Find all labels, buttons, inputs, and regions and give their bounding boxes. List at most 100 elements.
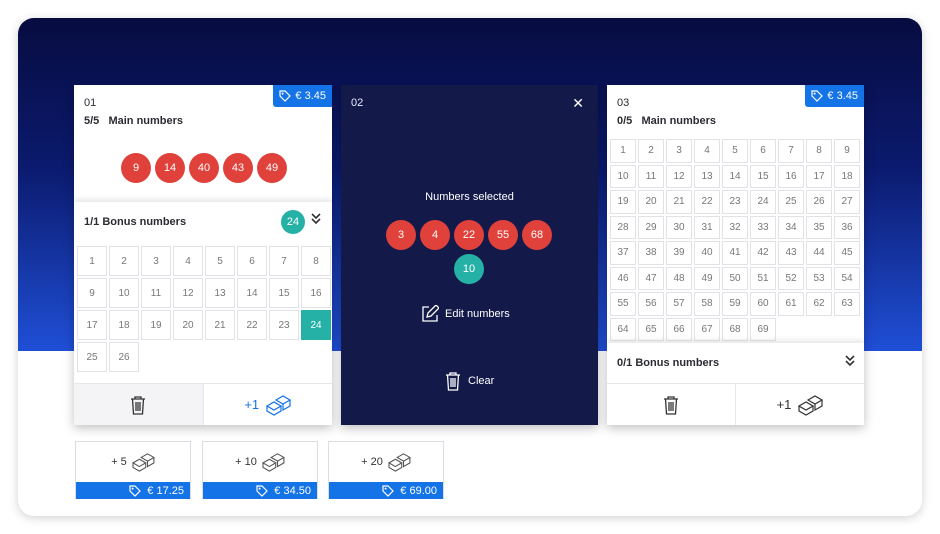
main-number-cell[interactable]: 7 [778, 139, 804, 163]
main-number-cell[interactable]: 12 [666, 164, 692, 188]
ball[interactable]: 43 [223, 153, 253, 183]
main-number-cell[interactable]: 34 [778, 215, 804, 239]
main-number-cell[interactable]: 67 [694, 317, 720, 341]
main-number-cell[interactable]: 43 [778, 241, 804, 265]
main-number-cell[interactable]: 56 [638, 292, 664, 316]
bonus-number-cell[interactable]: 2 [109, 246, 139, 276]
main-number-cell[interactable]: 53 [806, 266, 832, 290]
bonus-number-cell[interactable]: 11 [141, 278, 171, 308]
main-number-cell[interactable]: 48 [666, 266, 692, 290]
quick-pick-10[interactable]: + 10 € 34.50 [202, 441, 318, 499]
main-number-cell[interactable]: 41 [722, 241, 748, 265]
main-number-cell[interactable]: 1 [610, 139, 636, 163]
main-number-cell[interactable]: 32 [722, 215, 748, 239]
main-number-cell[interactable]: 59 [722, 292, 748, 316]
main-number-cell[interactable]: 52 [778, 266, 804, 290]
double-chevron-icon[interactable] [311, 213, 321, 228]
bonus-number-cell[interactable]: 20 [173, 310, 203, 340]
main-number-cell[interactable]: 54 [834, 266, 860, 290]
main-number-cell[interactable]: 66 [666, 317, 692, 341]
bonus-number-cell[interactable]: 17 [77, 310, 107, 340]
main-number-cell[interactable]: 18 [834, 164, 860, 188]
main-number-cell[interactable]: 4 [694, 139, 720, 163]
bonus-number-cell[interactable]: 9 [77, 278, 107, 308]
main-number-cell[interactable]: 9 [834, 139, 860, 163]
main-number-cell[interactable]: 31 [694, 215, 720, 239]
clear-button[interactable]: Clear [444, 371, 494, 391]
main-number-cell[interactable]: 14 [722, 164, 748, 188]
main-number-cell[interactable]: 10 [610, 164, 636, 188]
bonus-number-cell[interactable]: 10 [109, 278, 139, 308]
main-number-cell[interactable]: 64 [610, 317, 636, 341]
bonus-number-cell[interactable]: 12 [173, 278, 203, 308]
main-number-cell[interactable]: 6 [750, 139, 776, 163]
bonus-number-cell[interactable]: 21 [205, 310, 235, 340]
main-number-cell[interactable]: 20 [638, 190, 664, 214]
quick-pick-button[interactable]: +1 [202, 384, 333, 425]
ball[interactable]: 14 [155, 153, 185, 183]
main-number-cell[interactable]: 47 [638, 266, 664, 290]
edit-numbers-button[interactable]: Edit numbers [421, 305, 510, 323]
bonus-number-cell[interactable]: 23 [269, 310, 299, 340]
bonus-number-cell[interactable]: 7 [269, 246, 299, 276]
main-number-cell[interactable]: 40 [694, 241, 720, 265]
bonus-number-cell[interactable]: 14 [237, 278, 267, 308]
main-number-cell[interactable]: 65 [638, 317, 664, 341]
main-number-cell[interactable]: 3 [666, 139, 692, 163]
quick-pick-20[interactable]: + 20 € 69.00 [328, 441, 444, 499]
main-number-cell[interactable]: 55 [610, 292, 636, 316]
main-number-cell[interactable]: 17 [806, 164, 832, 188]
main-number-cell[interactable]: 27 [834, 190, 860, 214]
bonus-numbers-panel[interactable]: 0/1 Bonus numbers [607, 343, 864, 383]
bonus-number-cell[interactable]: 6 [237, 246, 267, 276]
main-number-cell[interactable]: 2 [638, 139, 664, 163]
main-number-cell[interactable]: 50 [722, 266, 748, 290]
bonus-number-cell[interactable]: 3 [141, 246, 171, 276]
main-number-cell[interactable]: 29 [638, 215, 664, 239]
main-number-cell[interactable]: 37 [610, 241, 636, 265]
main-number-cell[interactable]: 30 [666, 215, 692, 239]
main-number-cell[interactable]: 8 [806, 139, 832, 163]
main-number-cell[interactable]: 21 [666, 190, 692, 214]
bonus-number-cell[interactable]: 13 [205, 278, 235, 308]
delete-button[interactable] [607, 384, 735, 425]
main-number-cell[interactable]: 45 [834, 241, 860, 265]
bonus-number-cell[interactable]: 18 [109, 310, 139, 340]
main-number-cell[interactable]: 63 [834, 292, 860, 316]
main-number-cell[interactable]: 61 [778, 292, 804, 316]
main-number-cell[interactable]: 5 [722, 139, 748, 163]
main-number-cell[interactable]: 26 [806, 190, 832, 214]
quick-pick-5[interactable]: + 5 € 17.25 [75, 441, 191, 499]
main-number-cell[interactable]: 57 [666, 292, 692, 316]
main-number-cell[interactable]: 28 [610, 215, 636, 239]
bonus-number-cell[interactable]: 19 [141, 310, 171, 340]
main-number-cell[interactable]: 38 [638, 241, 664, 265]
ball[interactable]: 9 [121, 153, 151, 183]
main-number-cell[interactable]: 68 [722, 317, 748, 341]
main-number-cell[interactable]: 60 [750, 292, 776, 316]
bonus-number-cell[interactable]: 4 [173, 246, 203, 276]
main-number-cell[interactable]: 42 [750, 241, 776, 265]
main-number-cell[interactable]: 36 [834, 215, 860, 239]
main-number-cell[interactable]: 25 [778, 190, 804, 214]
main-number-cell[interactable]: 35 [806, 215, 832, 239]
main-number-cell[interactable]: 13 [694, 164, 720, 188]
main-number-cell[interactable]: 24 [750, 190, 776, 214]
main-number-cell[interactable]: 58 [694, 292, 720, 316]
double-chevron-icon[interactable] [845, 355, 855, 370]
main-number-cell[interactable]: 46 [610, 266, 636, 290]
main-number-cell[interactable]: 44 [806, 241, 832, 265]
main-number-cell[interactable]: 23 [722, 190, 748, 214]
bonus-number-cell[interactable]: 26 [109, 342, 139, 372]
bonus-number-cell[interactable]: 25 [77, 342, 107, 372]
bonus-number-cell[interactable]: 5 [205, 246, 235, 276]
ball[interactable]: 40 [189, 153, 219, 183]
main-number-cell[interactable]: 62 [806, 292, 832, 316]
main-number-cell[interactable]: 69 [750, 317, 776, 341]
main-number-cell[interactable]: 22 [694, 190, 720, 214]
bonus-number-cell[interactable]: 24 [301, 310, 331, 340]
main-number-cell[interactable]: 51 [750, 266, 776, 290]
ball[interactable]: 49 [257, 153, 287, 183]
delete-button[interactable] [74, 384, 203, 425]
main-number-cell[interactable]: 19 [610, 190, 636, 214]
